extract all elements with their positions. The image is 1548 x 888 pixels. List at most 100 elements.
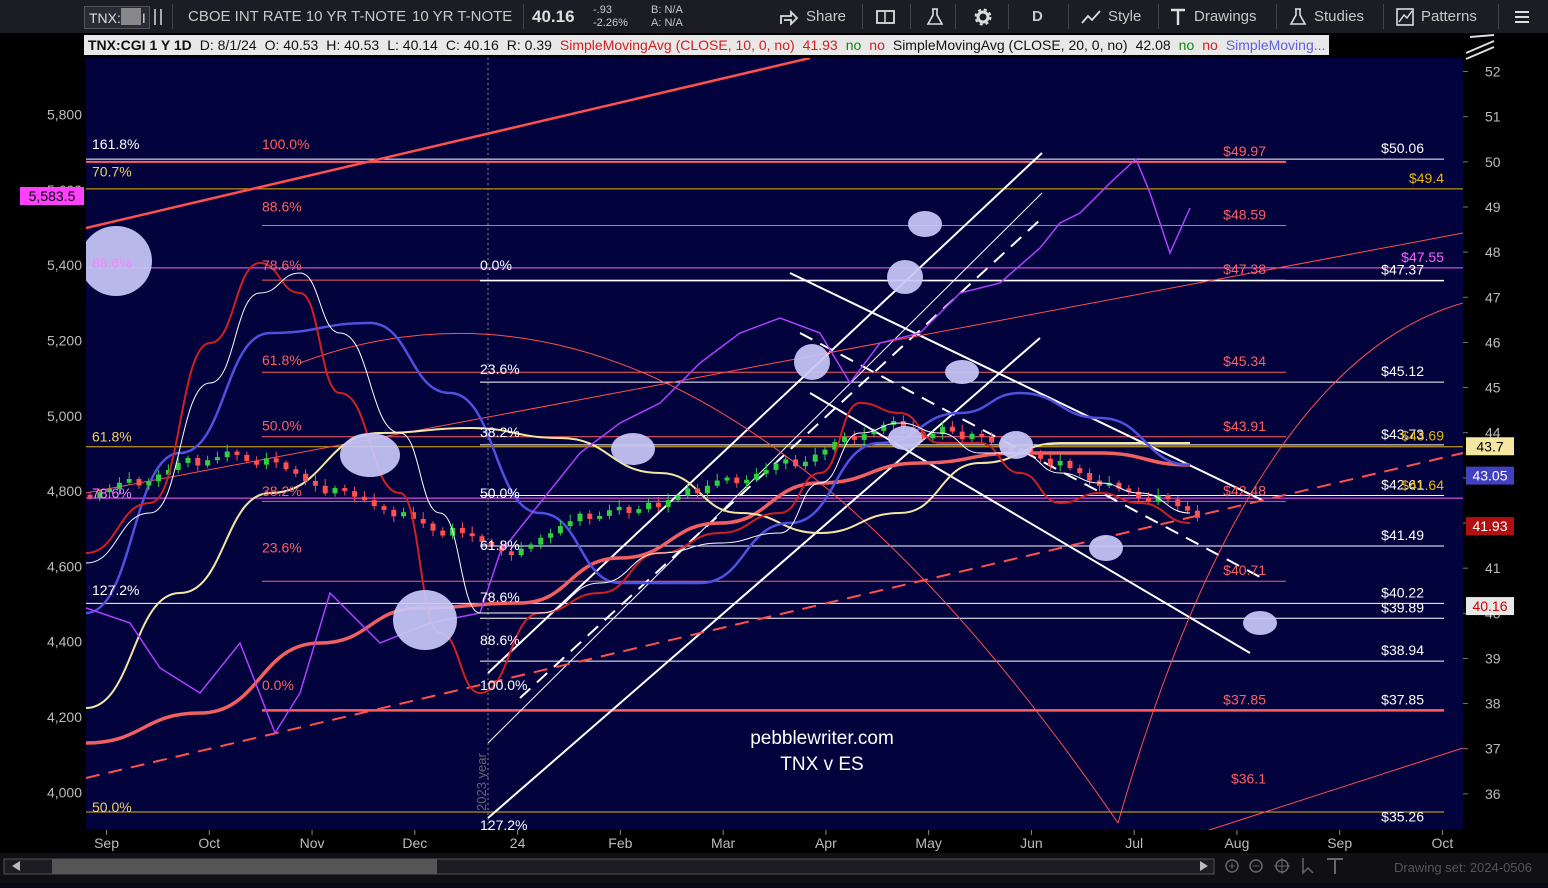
sma-more-label[interactable]: SimpleMoving... <box>1222 37 1330 53</box>
x-tick-label: 24 <box>510 835 526 851</box>
fib-price-label-yellow: $49.4 <box>1409 170 1444 186</box>
settings-icon[interactable] <box>150 0 166 33</box>
marker-ellipse <box>887 260 923 294</box>
left-axis-label: 4,600 <box>47 558 82 574</box>
menu-button[interactable] <box>1513 0 1531 33</box>
period-button[interactable]: D <box>1032 0 1043 33</box>
sma10-label[interactable]: SimpleMovingAvg (CLOSE, 10, 0, no) <box>556 37 799 53</box>
ask-price: A: N/A <box>651 17 683 29</box>
candle-body <box>273 458 279 463</box>
candle-body <box>205 460 211 466</box>
bar-open: O: 40.53 <box>264 37 319 53</box>
left-axis-label: 4,800 <box>47 483 82 499</box>
text-cursor-icon[interactable] <box>1327 858 1343 874</box>
candle-body <box>401 512 407 517</box>
watermark-site: pebblewriter.com <box>750 728 894 749</box>
left-axis-label: 5,400 <box>47 257 82 273</box>
right-axis-label: 39 <box>1485 650 1501 666</box>
symbol-dropdown-button[interactable] <box>121 8 141 25</box>
candle-body <box>655 502 661 507</box>
studies-button[interactable]: Studies <box>1288 0 1364 33</box>
candle-body <box>636 509 642 513</box>
candle-body <box>989 436 995 443</box>
text-tool-icon <box>1171 8 1185 25</box>
candle-body <box>626 506 632 513</box>
marker-ellipse <box>945 360 979 384</box>
patterns-icon <box>1396 7 1414 26</box>
candle-body <box>665 500 671 507</box>
sma20-label[interactable]: SimpleMovingAvg (CLOSE, 20, 0, no) <box>889 37 1132 53</box>
candle-body <box>195 457 201 466</box>
candle-body <box>812 454 818 462</box>
candle-body <box>959 431 965 440</box>
candle-body <box>391 509 397 517</box>
sma10-flag-2: no <box>869 37 885 53</box>
candle-body <box>469 533 475 537</box>
fib-pct-label: 78.6% <box>262 257 302 273</box>
scroll-thumb[interactable] <box>52 859 437 874</box>
share-button[interactable]: Share <box>779 0 846 33</box>
candle-body <box>440 530 446 536</box>
flask-button[interactable] <box>925 0 945 33</box>
bar-close: C: 40.16 <box>445 37 499 53</box>
candle-body <box>1067 460 1073 469</box>
price-badge-label: 41.93 <box>1472 518 1507 534</box>
right-axis-label: 45 <box>1485 380 1501 396</box>
candle-body <box>714 480 720 486</box>
candle-body <box>381 506 387 510</box>
left-axis-label: 5,800 <box>47 106 82 122</box>
fib-price-label-white: $41.49 <box>1381 527 1424 543</box>
x-tick-label: Mar <box>711 835 735 851</box>
x-tick-label: Oct <box>1432 835 1454 851</box>
chart-layout-icon <box>876 9 895 24</box>
candle-body <box>577 513 583 522</box>
right-axis-label: 52 <box>1485 64 1501 80</box>
candle-body <box>567 521 573 527</box>
fib-pct-label: 38.2% <box>480 424 520 440</box>
fib-pct-label: 88.6% <box>480 632 520 648</box>
candle-body <box>352 491 358 497</box>
marker-ellipse <box>888 426 922 450</box>
chart-area[interactable]: Sep Oct Nov Dec 24 Feb Mar Apr May Jun Jul Aug Sep Oc… <box>0 33 1548 853</box>
patterns-button[interactable]: Patterns <box>1395 0 1477 33</box>
fib-price-label-white: $37.85 <box>1381 691 1424 707</box>
candle-body <box>224 451 230 458</box>
zoom-in-icon[interactable] <box>1225 859 1239 873</box>
candle-body <box>430 523 436 531</box>
candle-body <box>753 473 759 480</box>
cursor-icon[interactable] <box>1302 858 1314 875</box>
marker-ellipse <box>340 433 400 477</box>
gear-button[interactable] <box>973 0 993 33</box>
right-axis-label: 41 <box>1485 560 1501 576</box>
marker-ellipse <box>393 590 457 650</box>
flask-icon <box>926 7 944 25</box>
fib-pct-label: 61.8% <box>92 429 132 445</box>
bid-price: B: N/A <box>651 4 683 16</box>
fib-pct-label: 100.0% <box>480 677 527 693</box>
right-axis-label: 50 <box>1485 154 1501 170</box>
candle-body <box>459 527 465 534</box>
candle-body <box>263 458 269 465</box>
left-axis-label: 5,200 <box>47 332 82 348</box>
fib-price-label-yellow: $43.69 <box>1401 428 1444 444</box>
price-badge-label: 43.05 <box>1472 468 1507 484</box>
fib-price-label-red: $49.97 <box>1223 143 1266 159</box>
candle-body <box>646 502 652 510</box>
bar-range: R: 0.39 <box>506 37 552 53</box>
zoom-out-icon[interactable] <box>1249 859 1263 873</box>
grid-view-button[interactable] <box>875 0 897 33</box>
left-price-badge-label: 5,583.5 <box>29 188 76 204</box>
candle-body <box>842 436 848 443</box>
left-axis-label: 4,400 <box>47 634 82 650</box>
crosshair-icon[interactable] <box>1274 858 1290 874</box>
fib-price-label-red: $40.71 <box>1223 562 1266 578</box>
drawings-button[interactable]: Drawings <box>1168 0 1257 33</box>
fib-pct-label: 50.0% <box>92 799 132 815</box>
fib-price-label-white: $35.26 <box>1381 808 1424 824</box>
candle-body <box>312 480 318 486</box>
style-button[interactable]: Style <box>1080 0 1141 33</box>
marker-ellipse <box>908 211 942 237</box>
share-icon <box>780 9 799 26</box>
candle-body <box>1175 499 1181 507</box>
price-chart[interactable]: Sep Oct Nov Dec 24 Feb Mar Apr May Jun Jul Aug Sep Oc… <box>0 33 1548 853</box>
